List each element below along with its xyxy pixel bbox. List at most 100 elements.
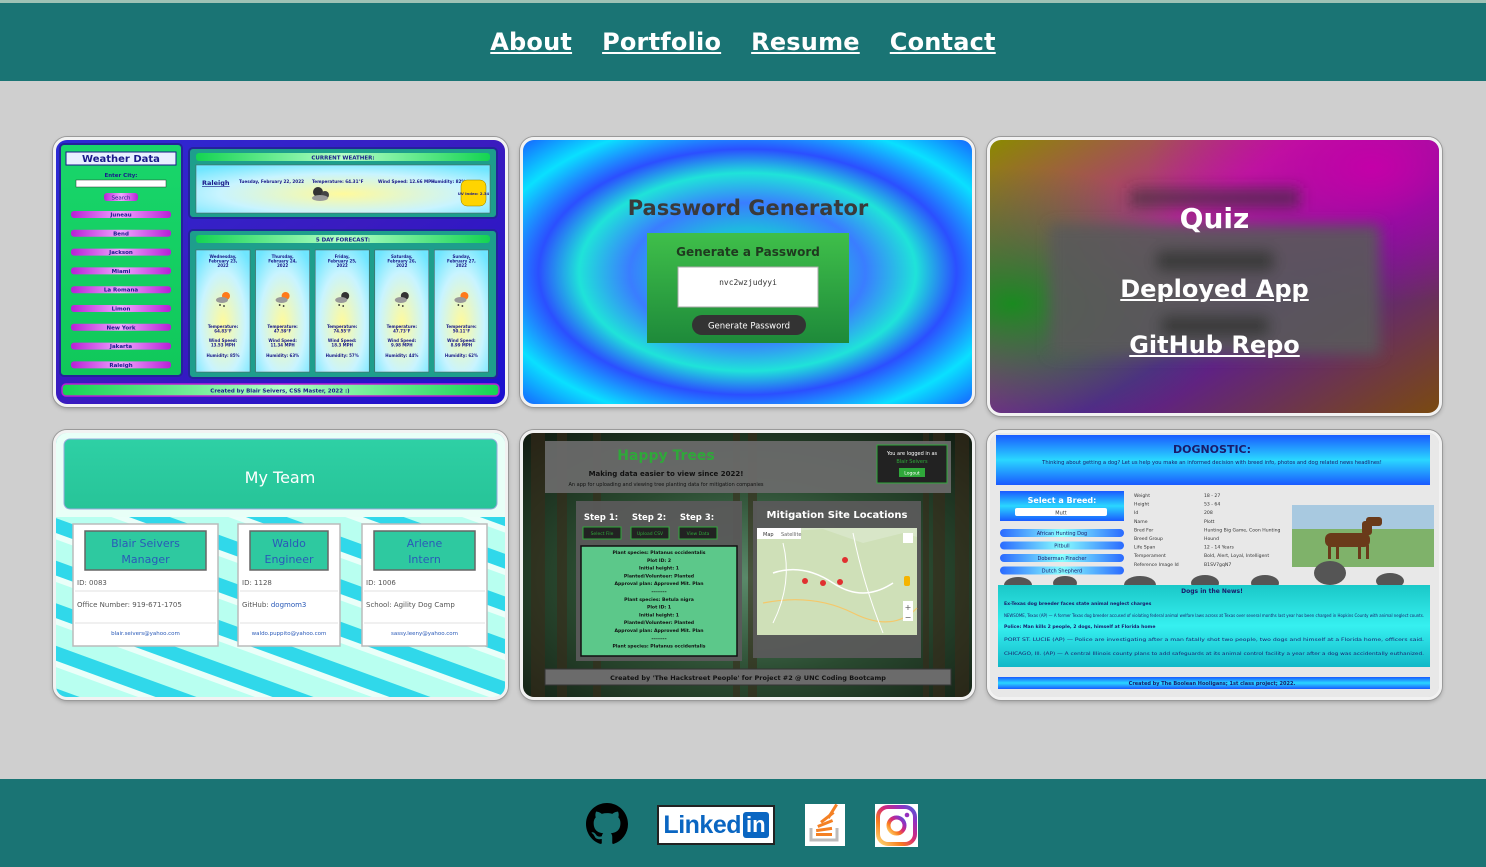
trees-step-label: Step 3: — [680, 513, 714, 523]
svg-text:5 DAY FORECAST:: 5 DAY FORECAST: — [316, 238, 370, 244]
breed-attribute-value: 18 - 27 — [1204, 493, 1220, 499]
weather-city-label: La Romana — [104, 288, 139, 294]
breed-attribute-label: Height — [1134, 502, 1149, 508]
quiz-github-repo-link[interactable]: GitHub Repo — [1129, 331, 1300, 359]
project-card-dognostic[interactable]: DOGNOSTIC: Thinking about getting a dog?… — [987, 430, 1442, 700]
team-member-id: ID: 1128 — [242, 579, 272, 587]
github-profile-link[interactable]: dogmom3 — [271, 601, 307, 609]
svg-text:GitHub: dogmom3: GitHub: dogmom3 — [242, 601, 306, 609]
trees-app-screenshot: Happy Trees Making data easier to view s… — [523, 433, 972, 697]
team-member-name: Arlene — [407, 537, 443, 550]
weather-city-label: Miami — [112, 269, 131, 275]
nav-resume-link[interactable]: Resume — [751, 28, 860, 56]
svg-text:Humidity: 44%: Humidity: 44% — [385, 353, 418, 358]
svg-text:Doberman Pinscher: Doberman Pinscher — [1038, 556, 1088, 562]
instagram-icon[interactable] — [875, 804, 918, 847]
breed-attribute-value: 208 — [1204, 510, 1213, 516]
svg-text:47.59°F: 47.59°F — [274, 329, 292, 334]
team-member-email-link[interactable]: blair.seivers@yahoo.com — [111, 631, 180, 637]
team-member-email-link[interactable]: sassy.leeny@yahoo.com — [391, 631, 458, 637]
breed-attribute-value: 12 - 14 Years — [1204, 545, 1234, 551]
svg-text:Wind Speed: 12.66 MPH: Wind Speed: 12.66 MPH — [378, 179, 435, 184]
svg-text:64.83°F: 64.83°F — [214, 329, 232, 334]
trees-data-line: Plot ID: 1 — [647, 605, 671, 611]
svg-text:nvc2wzjudyyi: nvc2wzjudyyi — [719, 278, 777, 287]
project-card-team[interactable]: My Team Blair Seivers Manager ID: 0083 Offi… — [53, 430, 508, 700]
team-member-id: ID: 0083 — [77, 579, 107, 587]
breed-attribute-value: Hunting Big Game, Coon Hunting — [1204, 527, 1281, 533]
svg-text:Created by The Boolean Hooliga: Created by The Boolean Hooligans; 1st cl… — [1129, 681, 1296, 687]
trees-data-line: Approval plan: Approved Mit. Plan — [614, 628, 703, 634]
github-icon[interactable] — [586, 803, 628, 845]
team-member-email-link[interactable]: waldo.puppito@yahoo.com — [252, 631, 327, 637]
svg-text:You are logged in as: You are logged in as — [886, 451, 938, 457]
svg-text:Map[interactable]: Map — [763, 532, 774, 538]
project-card-weather[interactable]: Weather Data Enter City: Search Juneau Be… — [53, 137, 508, 407]
trees-data-line: -------- — [651, 590, 666, 595]
svg-text:Humidity: 62%: Humidity: 62% — [445, 353, 478, 358]
nav-contact-link[interactable]: Contact — [890, 28, 996, 56]
svg-text:13.53 MPH: 13.53 MPH — [211, 343, 235, 348]
breed-attribute-label: Reference Image Id — [1134, 562, 1179, 568]
nav-portfolio-link[interactable]: Portfolio — [602, 28, 721, 56]
svg-text:Raleigh: Raleigh — [202, 179, 230, 187]
stackoverflow-icon[interactable] — [805, 804, 845, 846]
team-member-cards: Blair Seivers Manager ID: 0083 Office Numbe… — [72, 523, 488, 647]
map-pin-icon[interactable] — [842, 557, 848, 563]
svg-text:Select File: Select File — [591, 531, 614, 537]
breed-attribute-label: Breed Group — [1134, 536, 1163, 542]
team-app-screenshot: My Team Blair Seivers Manager ID: 0083 Offi… — [56, 433, 505, 697]
svg-text:Making data easier to view sin: Making data easier to view since 2022! — [589, 470, 744, 478]
breed-attribute-value: 53 - 64 — [1204, 502, 1220, 508]
pegman-icon[interactable] — [904, 576, 910, 586]
team-member-id: ID: 1006 — [366, 579, 396, 587]
weather-city-input[interactable] — [75, 179, 167, 188]
svg-text:Generate a Password: Generate a Password — [676, 245, 820, 259]
svg-text:8.99 MPH: 8.99 MPH — [451, 343, 473, 348]
svg-text:CURRENT WEATHER:: CURRENT WEATHER: — [311, 156, 374, 162]
svg-text:An app for uploading and viewi: An app for uploading and viewing tree pl… — [568, 482, 763, 488]
svg-text:50.11°F: 50.11°F — [453, 329, 471, 334]
weather-forecast-list: Wednesday,February 23,2022Temperature:64… — [195, 249, 489, 373]
project-card-quiz[interactable]: Quiz Deployed App GitHub Repo — [987, 137, 1442, 416]
quiz-deployed-app-link[interactable]: Deployed App — [1120, 275, 1308, 303]
weather-city-list: Juneau Bend Jackson Miami La Romana Limon New … — [71, 211, 171, 369]
project-card-trees[interactable]: Happy Trees Making data easier to view s… — [520, 430, 975, 700]
dog-news-item: CHICAGO, Ill. (AP) — A central Illinois … — [1004, 651, 1424, 656]
weather-title: Weather Data — [82, 154, 160, 165]
breed-attribute-label: Life Span — [1134, 545, 1155, 551]
map-pin-icon[interactable] — [802, 578, 808, 584]
dog-news-item[interactable]: Ex-Texas dog breeder faces state animal … — [1004, 601, 1152, 607]
nav-about-link[interactable]: About — [490, 28, 572, 56]
svg-text:Search: Search — [112, 196, 131, 202]
mitigation-map[interactable]: Map Satellite + − — [757, 528, 918, 635]
svg-text:Satellite[interactable]: Satellite — [781, 532, 801, 538]
svg-text:Blair Seivers: Blair Seivers — [896, 459, 928, 465]
svg-text:Tuesday, February 22, 2022: Tuesday, February 22, 2022 — [239, 179, 304, 184]
svg-text:Humidity: 85%: Humidity: 85% — [206, 353, 239, 358]
svg-text:Thinking about getting a dog?: Thinking about getting a dog? Let us hel… — [1041, 460, 1382, 466]
svg-text:Pitbull: Pitbull — [1054, 544, 1069, 550]
team-member-role: Manager — [121, 553, 170, 566]
svg-text:11.34 MPH: 11.34 MPH — [270, 343, 294, 348]
top-nav: About Portfolio Resume Contact — [0, 3, 1486, 81]
trees-data-line: Plot ID: 2 — [647, 558, 671, 564]
linkedin-icon[interactable]: Linked in — [657, 805, 775, 845]
dog-news-item[interactable]: Police: Man kills 2 people, 2 dogs, hims… — [1004, 624, 1155, 630]
map-pin-icon[interactable] — [837, 579, 843, 585]
trees-data-line: Initial height: 1 — [639, 566, 679, 572]
svg-text:9.98 MPH: 9.98 MPH — [391, 343, 413, 348]
breed-attribute-label: Weight — [1134, 493, 1150, 499]
project-card-password[interactable]: Password Generator Generate a Password n… — [520, 137, 975, 407]
trees-data-line: Planted/Volunteer: Planted — [624, 573, 694, 579]
team-member-name: Waldo — [272, 537, 306, 550]
breed-attribute-value: Bold, Alert, Loyal, Intelligent — [1204, 553, 1269, 559]
svg-text:Enter City:: Enter City: — [105, 173, 138, 179]
weather-city-label: Jakarta — [109, 344, 132, 350]
svg-text:Humidity: 82%: Humidity: 82% — [431, 179, 466, 184]
map-fullscreen-button[interactable] — [903, 533, 913, 543]
trees-step-label: Step 2: — [632, 513, 666, 523]
team-member-role: Intern — [408, 553, 441, 566]
map-pin-icon[interactable] — [820, 580, 826, 586]
footer: Linked in — [0, 779, 1486, 867]
